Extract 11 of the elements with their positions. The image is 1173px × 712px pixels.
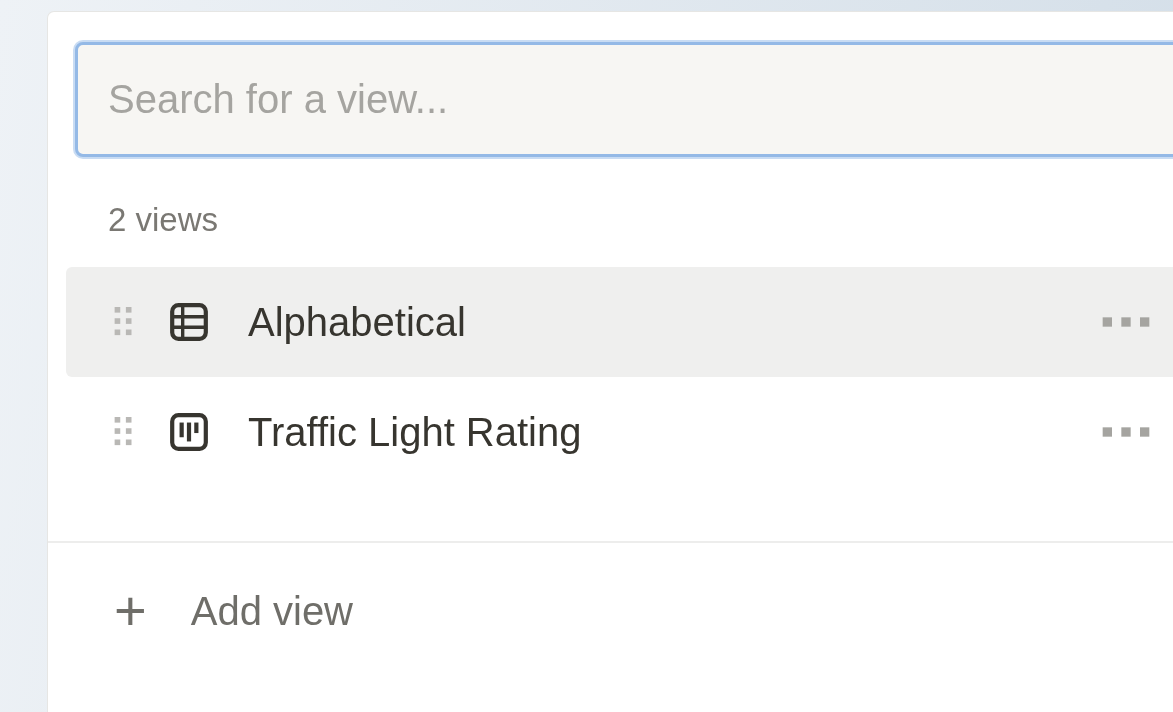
board-icon [168, 411, 210, 453]
view-name: Alphabetical [248, 299, 466, 345]
drag-handle-icon[interactable] [114, 417, 134, 447]
add-view-button[interactable]: + Add view [106, 579, 361, 643]
view-item[interactable]: Alphabetical [66, 267, 1173, 377]
views-count: 2 views [108, 201, 220, 239]
view-item[interactable]: Traffic Light Rating [66, 377, 1173, 487]
view-name: Traffic Light Rating [248, 409, 582, 455]
search-field[interactable]: Search for a view... [75, 42, 1173, 157]
drag-handle-icon[interactable] [114, 307, 134, 337]
table-icon [168, 301, 210, 343]
